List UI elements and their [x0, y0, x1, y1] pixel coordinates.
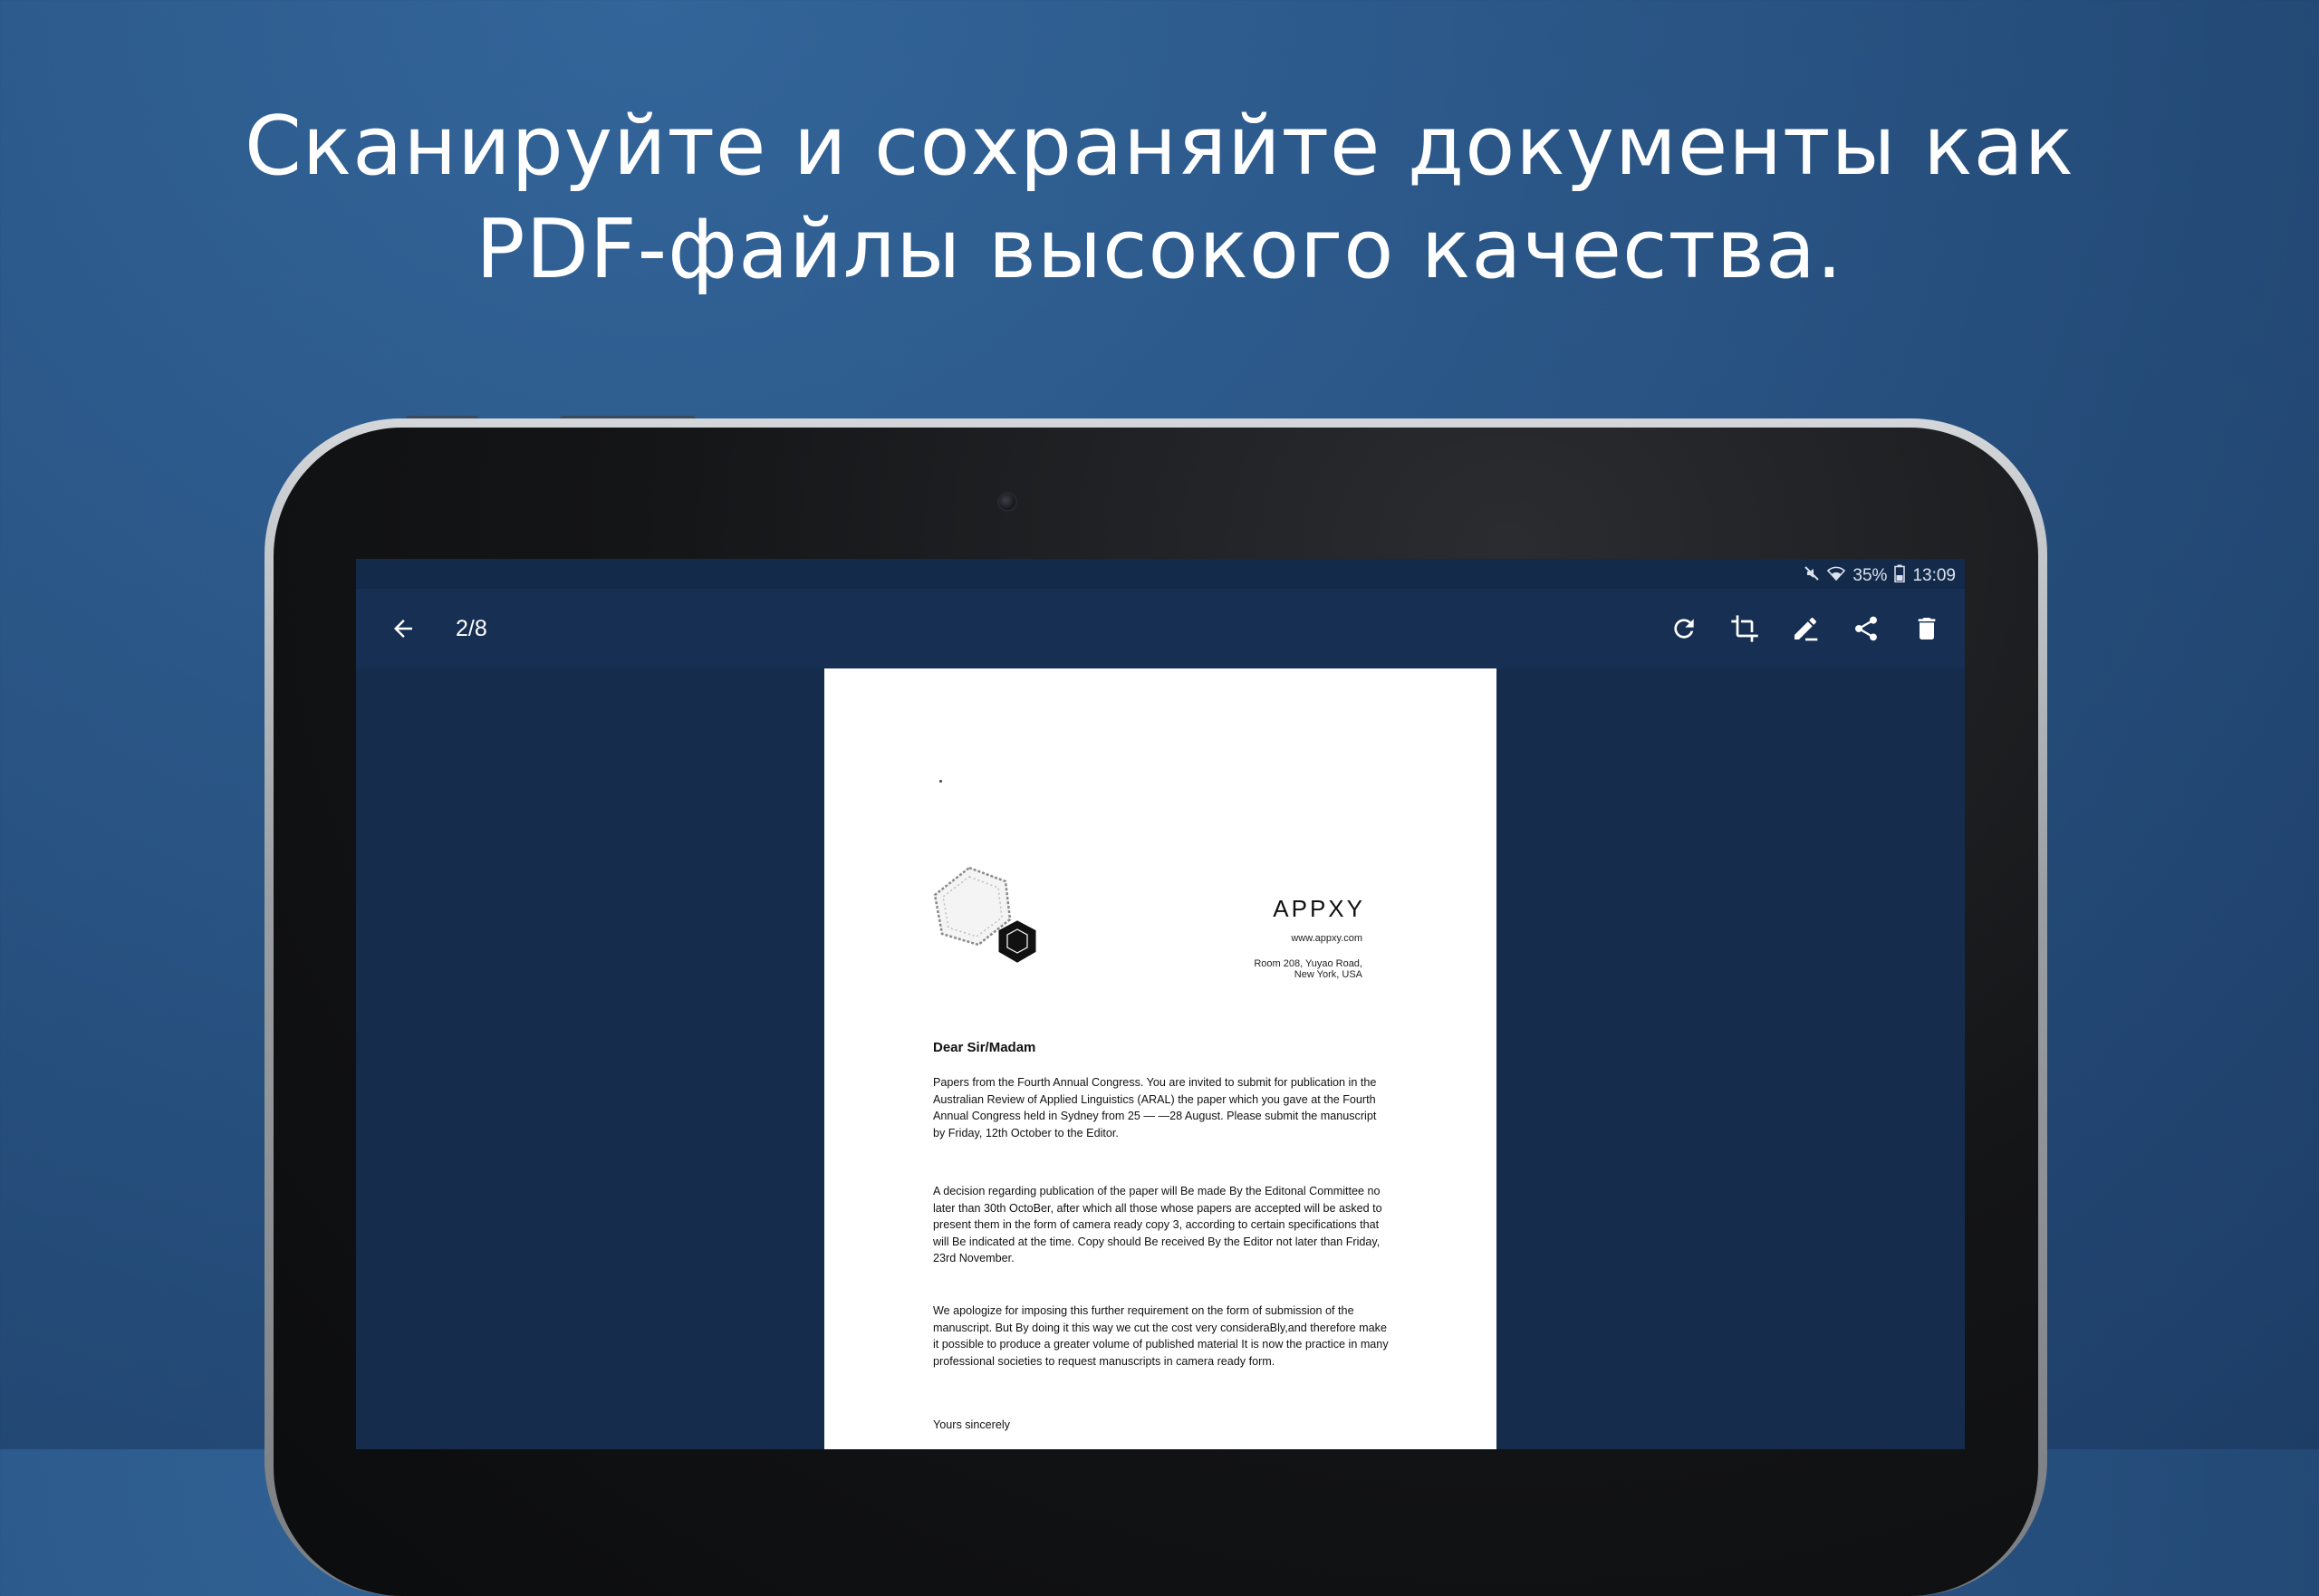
mute-icon	[1804, 565, 1820, 587]
letter-paragraph-2: A decision regarding publication of the …	[933, 1185, 1382, 1264]
hexagon-logo-icon	[933, 866, 1036, 963]
app-screen: 35% 13:09 2/8 APPXY www.appxy.com Room 2…	[356, 559, 1965, 1449]
rotate-icon	[1674, 619, 1694, 639]
delete-button[interactable]	[1907, 609, 1947, 649]
letter-salutation: Dear Sir/Madam	[933, 1040, 1036, 1055]
letter-paragraph-1: Papers from the Fourth Annual Congress. …	[933, 1076, 1377, 1139]
letter-paragraph-3: We apologize for imposing this further r…	[933, 1304, 1389, 1368]
crop-icon	[1731, 615, 1758, 642]
promo-headline: Сканируйте и сохраняйте документы как PD…	[0, 95, 2319, 302]
edit-button[interactable]	[1785, 609, 1825, 649]
letter-closing: Yours sincerely	[933, 1418, 1010, 1431]
back-button[interactable]	[383, 609, 423, 649]
share-icon	[1854, 616, 1877, 641]
page-counter: 2/8	[456, 616, 487, 641]
scanned-page[interactable]: APPXY www.appxy.com Room 208, Yuyao Road…	[824, 668, 1496, 1449]
status-bar: 35% 13:09	[356, 559, 1965, 589]
address-line-2: New York, USA	[1294, 969, 1362, 980]
brand-website: www.appxy.com	[1291, 933, 1362, 944]
brand-name: APPXY	[1273, 895, 1365, 922]
address-line-1: Room 208, Yuyao Road,	[1254, 958, 1362, 969]
wifi-icon	[1827, 565, 1846, 587]
status-icons: 35% 13:09	[1804, 564, 1956, 588]
brand-address: Room 208, Yuyao Road, New York, USA	[1217, 958, 1362, 980]
delete-icon	[1918, 618, 1936, 639]
share-button[interactable]	[1846, 609, 1886, 649]
headline-line-2: PDF-файлы высокого качества.	[476, 202, 1843, 297]
headline-line-1: Сканируйте и сохраняйте документы как	[244, 99, 2075, 194]
scan-speck	[939, 780, 942, 783]
rotate-button[interactable]	[1664, 609, 1704, 649]
battery-percent: 35%	[1852, 566, 1888, 585]
edit-icon	[1795, 617, 1818, 641]
camera-icon	[997, 492, 1017, 512]
battery-icon	[1894, 564, 1906, 588]
clock: 13:09	[1912, 566, 1956, 585]
arrow-left-icon	[394, 620, 412, 638]
app-toolbar: 2/8	[356, 589, 1965, 668]
crop-button[interactable]	[1725, 609, 1765, 649]
